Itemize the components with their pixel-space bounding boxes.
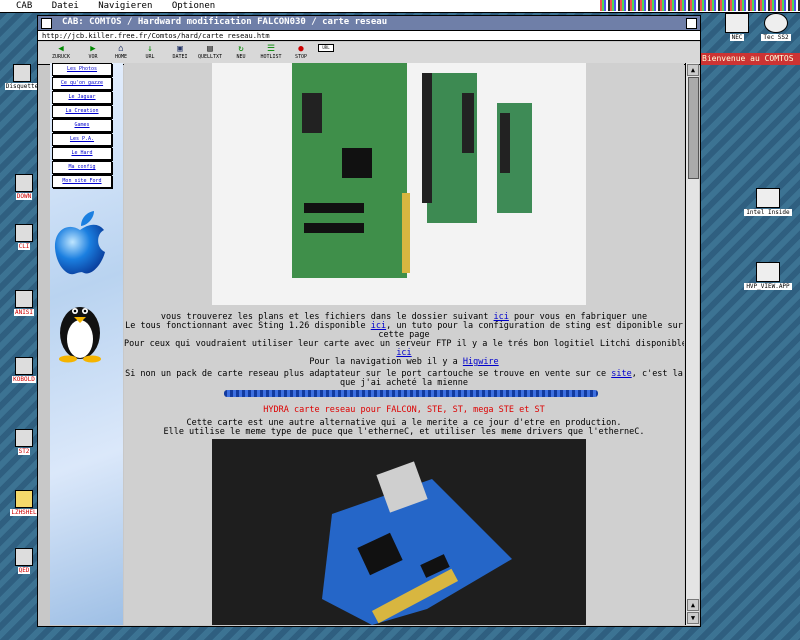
apple-logo-icon: [54, 211, 105, 275]
program-icon: [15, 174, 33, 192]
url-toggle[interactable]: URL: [318, 44, 334, 52]
nav-link-config[interactable]: Ma config: [52, 161, 112, 174]
program-icon: [15, 548, 33, 566]
home-button[interactable]: ⌂ HOME: [106, 44, 136, 60]
menu-datei[interactable]: Datei: [52, 1, 79, 11]
nav-link-games[interactable]: Games: [52, 119, 112, 132]
text-line-5b: que j'ai acheté la mienne: [340, 378, 468, 388]
program-icon: [15, 429, 33, 447]
link-site[interactable]: site: [611, 369, 631, 379]
desktop-icon-intel-inside[interactable]: Intel Inside: [740, 188, 796, 216]
toilet-icon: [756, 188, 780, 208]
nav-link-hard[interactable]: Le Hard: [52, 147, 112, 160]
stop-icon: ●: [298, 44, 304, 54]
desktop-icon-tec-ss2[interactable]: Tec SS2: [752, 13, 800, 41]
welcome-banner: Bienvenue au COMTOS: [700, 53, 800, 65]
window-titlebar[interactable]: CAB: COMTOS / Hardward modification FALC…: [38, 16, 700, 31]
folder-icon: [15, 490, 33, 508]
url-field[interactable]: http://jcb.killer.free.fr/Comtos/hard/ca…: [38, 31, 700, 41]
menubar: CAB Datei Navigieren Optionen: [0, 0, 800, 13]
forward-button[interactable]: ▶ VOR: [78, 44, 108, 60]
left-nav-frame: Les Photos Ce qu'on gazze Le Jaguar La C…: [50, 63, 123, 625]
nav-link-creation[interactable]: La Creation: [52, 105, 112, 118]
program-icon: [15, 224, 33, 242]
document-icon: ▤: [207, 44, 213, 54]
back-button[interactable]: ◀ ZURUCK: [46, 44, 76, 60]
menu-optionen[interactable]: Optionen: [172, 1, 215, 11]
link-higwire[interactable]: Higwire: [463, 357, 499, 367]
cd-icon: [764, 13, 788, 33]
home-icon: ⌂: [118, 44, 124, 54]
window-title: CAB: COMTOS / Hardward modification FALC…: [62, 17, 388, 27]
scroll-down-icon[interactable]: ▼: [687, 612, 699, 624]
network-card-photo: [212, 63, 586, 305]
fuller-box-icon[interactable]: [686, 18, 697, 29]
forward-arrow-icon: ▶: [90, 44, 96, 54]
section-divider: [224, 390, 598, 397]
hotlist-icon: ☰: [266, 44, 276, 54]
application-icon: [756, 262, 780, 282]
nav-link-ford[interactable]: Mon site Ford: [52, 175, 112, 188]
section-heading: HYDRA carte reseau pour FALCON, STE, ST,…: [263, 405, 545, 415]
scroll-up-icon[interactable]: ▲: [687, 64, 699, 76]
program-icon: [15, 357, 33, 375]
scrollbar-thumb[interactable]: [688, 77, 699, 179]
nav-link-pa[interactable]: Les P.A.: [52, 133, 112, 146]
datei-button[interactable]: ▣ DATEI: [165, 44, 195, 60]
menubar-status-pattern: [600, 0, 800, 11]
tux-penguin-icon: [59, 307, 101, 363]
desktop-icon-hvp-view[interactable]: HVP_VIEW.APP: [740, 262, 796, 290]
quelltxt-button[interactable]: ▤ QUELLTXT: [195, 44, 225, 60]
toolbar: ◀ ZURUCK ▶ VOR ⌂ HOME ↓ URL ▣ DATEI ▤ QU…: [38, 42, 700, 65]
vertical-scrollbar[interactable]: ▲ ▲ ▼: [685, 63, 699, 625]
hydra-card-photo: [212, 439, 586, 625]
close-box-icon[interactable]: [41, 18, 52, 29]
program-icon: [15, 290, 33, 308]
floppy-icon: [13, 64, 31, 82]
text-line-4: Pour la navigation web il y a Higwire: [309, 357, 499, 367]
nav-link-jaguar[interactable]: Le Jaguar: [52, 91, 112, 104]
stop-button[interactable]: ● STOP: [286, 44, 316, 60]
url-icon: ↓: [147, 44, 153, 54]
nav-link-photos[interactable]: Les Photos: [52, 63, 112, 76]
neu-button[interactable]: ↻ NEU: [226, 44, 256, 60]
reload-icon: ↻: [238, 44, 244, 54]
menu-navigieren[interactable]: Navigieren: [98, 1, 152, 11]
monitor-icon: [725, 13, 749, 33]
hotlist-button[interactable]: ☰ HOTLIST: [256, 44, 286, 60]
desktop-icon-disquette[interactable]: Disquette: [2, 64, 42, 90]
disk-icon: ▣: [177, 44, 183, 54]
nav-link-gazze[interactable]: Ce qu'on gazze: [52, 77, 112, 90]
back-arrow-icon: ◀: [58, 44, 64, 54]
scroll-up-lower-icon[interactable]: ▲: [687, 599, 699, 611]
url-button[interactable]: ↓ URL: [135, 44, 165, 60]
text-line-7: Elle utilise le meme type de puce que l'…: [163, 427, 645, 437]
page-content: vous trouverez les plans et les fichiers…: [124, 63, 684, 625]
menu-cab[interactable]: CAB: [16, 1, 32, 11]
